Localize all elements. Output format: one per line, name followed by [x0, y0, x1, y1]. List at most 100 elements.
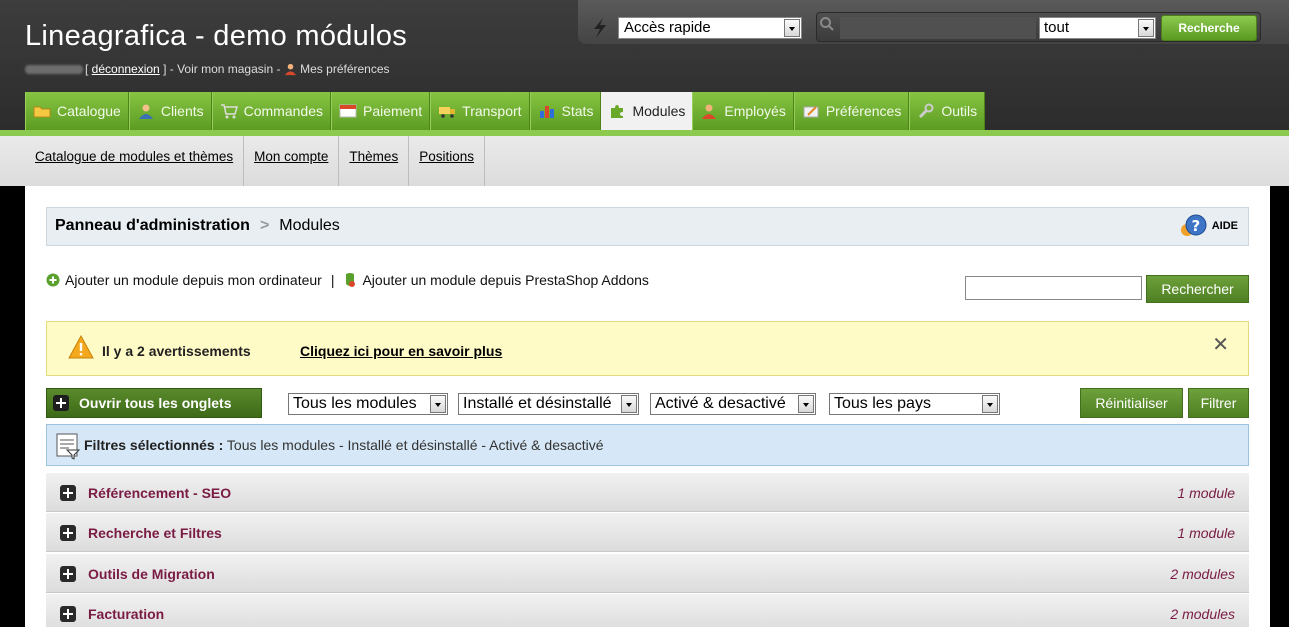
tab-transport[interactable]: Transport — [430, 92, 530, 130]
tab-employes[interactable]: Employés — [692, 92, 794, 130]
add-from-addons-link[interactable]: Ajouter un module depuis PrestaShop Addo… — [362, 272, 648, 288]
tab-label: Préférences — [825, 103, 902, 119]
separator: | — [330, 272, 335, 288]
preferences-icon — [803, 106, 819, 118]
filter-toolbar: Ouvrir tous les onglets Tous les modules… — [46, 388, 1249, 418]
admin-search-input[interactable] — [840, 17, 1036, 39]
chevron-down-icon — [430, 395, 446, 413]
user-name-blurred — [25, 65, 83, 75]
main-content: Panneau d'administration > Modules ? AIDE … — [25, 186, 1270, 627]
folder-icon — [33, 106, 51, 118]
module-type-select[interactable]: Tous les modules — [288, 393, 448, 415]
add-from-computer-link[interactable]: Ajouter un module depuis mon ordinateur — [65, 272, 322, 288]
warning-icon — [68, 335, 94, 359]
warning-details-link[interactable]: Cliquez ici pour en savoir plus — [300, 343, 502, 359]
reset-filters-button[interactable]: Réinitialiser — [1080, 388, 1183, 418]
install-status-value: Installé et désinstallé — [463, 395, 612, 412]
truck-icon — [439, 107, 456, 118]
category-name: Facturation — [88, 606, 165, 622]
site-title: Lineagrafica - demo módulos — [25, 20, 408, 52]
tab-clients[interactable]: Clients — [128, 92, 212, 130]
tab-modules[interactable]: Modules — [601, 92, 693, 130]
category-count: 2 modules — [1170, 606, 1235, 622]
active-status-select[interactable]: Activé & desactivé — [650, 393, 816, 415]
lightning-icon — [594, 18, 606, 38]
help-link[interactable]: ? AIDE — [1179, 214, 1238, 238]
sub-nav: Catalogue de modules et thèmes Mon compt… — [0, 130, 1289, 186]
category-row[interactable]: Facturation 2 modules — [46, 594, 1249, 627]
preferences-link[interactable]: Mes préférences — [300, 62, 389, 76]
category-name: Référencement - SEO — [88, 485, 232, 501]
breadcrumb: Panneau d'administration > Modules ? AIDE — [46, 207, 1249, 246]
category-row[interactable]: Outils de Migration 2 modules — [46, 554, 1249, 593]
install-status-select[interactable]: Installé et désinstallé — [458, 393, 639, 415]
svg-text:?: ? — [1191, 217, 1200, 235]
subnav-positions[interactable]: Positions — [409, 136, 485, 186]
active-status-value: Activé & desactivé — [655, 395, 786, 412]
chevron-right-icon: > — [259, 217, 270, 234]
category-row[interactable]: Recherche et Filtres 1 module — [46, 513, 1249, 552]
tab-label: Modules — [632, 103, 686, 119]
search-scope-select[interactable]: tout — [1039, 17, 1156, 39]
tab-label: Employés — [724, 103, 786, 119]
module-search-input[interactable] — [965, 276, 1142, 300]
breadcrumb-root[interactable]: Panneau d'administration — [55, 217, 250, 234]
close-icon[interactable]: ✕ — [1212, 332, 1229, 357]
selected-filters-label: Filtres sélectionnés : — [84, 437, 224, 453]
tab-label: Clients — [160, 103, 204, 119]
employee-icon — [702, 104, 717, 119]
subnav-my-account[interactable]: Mon compte — [244, 136, 340, 186]
filter-list-icon — [56, 433, 81, 460]
puzzle-icon — [611, 105, 624, 118]
selected-filters-value: Tous les modules - Installé et désinstal… — [226, 437, 604, 453]
search-button[interactable]: Recherche — [1161, 15, 1257, 41]
logout-link[interactable]: déconnexion — [92, 62, 160, 76]
country-value: Tous les pays — [834, 395, 931, 412]
warning-text: Il y a 2 avertissements — [102, 343, 251, 359]
subnav-themes[interactable]: Thèmes — [339, 136, 410, 186]
user-icon — [138, 104, 153, 119]
country-select[interactable]: Tous les pays — [829, 393, 1000, 415]
tab-preferences[interactable]: Préférences — [793, 92, 910, 130]
expand-icon — [60, 525, 76, 541]
bar-chart-icon — [539, 106, 554, 118]
breadcrumb-current: Modules — [279, 217, 340, 234]
category-name: Recherche et Filtres — [88, 525, 222, 541]
category-row[interactable]: Référencement - SEO 1 module — [46, 473, 1249, 512]
category-count: 1 module — [1177, 525, 1235, 541]
chevron-down-icon — [784, 19, 800, 37]
warning-banner: Il y a 2 avertissements Cliquez ici pour… — [46, 321, 1249, 376]
apply-filters-button[interactable]: Filtrer — [1188, 388, 1249, 418]
subnav-modules-catalogue[interactable]: Catalogue de modules et thèmes — [25, 136, 245, 186]
expand-icon — [60, 566, 76, 582]
chevron-down-icon — [621, 395, 637, 413]
tab-stats[interactable]: Stats — [529, 92, 602, 130]
user-line: [ déconnexion ] - Voir mon magasin - Mes… — [25, 62, 390, 76]
tab-paiement[interactable]: Paiement — [331, 92, 431, 130]
addons-icon — [346, 273, 356, 287]
tab-outils[interactable]: Outils — [909, 92, 986, 130]
plus-icon — [53, 395, 69, 411]
add-module-row: Ajouter un module depuis mon ordinateur … — [46, 272, 649, 288]
tab-label: Outils — [941, 103, 978, 119]
payment-icon — [339, 104, 357, 118]
help-label: AIDE — [1211, 220, 1238, 232]
shop-link[interactable]: ] - Voir mon magasin - — [163, 62, 280, 76]
quick-access-select[interactable]: Accès rapide — [618, 17, 802, 39]
category-count: 2 modules — [1170, 566, 1235, 582]
tab-commandes[interactable]: Commandes — [211, 92, 331, 130]
tab-catalogue[interactable]: Catalogue — [25, 92, 129, 130]
wrench-icon — [919, 103, 934, 119]
main-tabs: Catalogue Clients Commandes Paiement Tra… — [25, 92, 986, 130]
expand-icon — [60, 606, 76, 622]
cart-icon — [220, 104, 238, 119]
help-icon: ? — [1180, 214, 1207, 236]
open-all-tabs-button[interactable]: Ouvrir tous les onglets — [46, 388, 262, 418]
tab-label: Commandes — [243, 103, 323, 119]
chevron-down-icon — [982, 395, 998, 413]
module-type-value: Tous les modules — [293, 395, 417, 412]
quick-access-value: Accès rapide — [624, 19, 711, 36]
tab-label: Stats — [561, 103, 594, 119]
user-preferences-icon — [284, 64, 296, 76]
module-search-button[interactable]: Rechercher — [1146, 275, 1249, 303]
